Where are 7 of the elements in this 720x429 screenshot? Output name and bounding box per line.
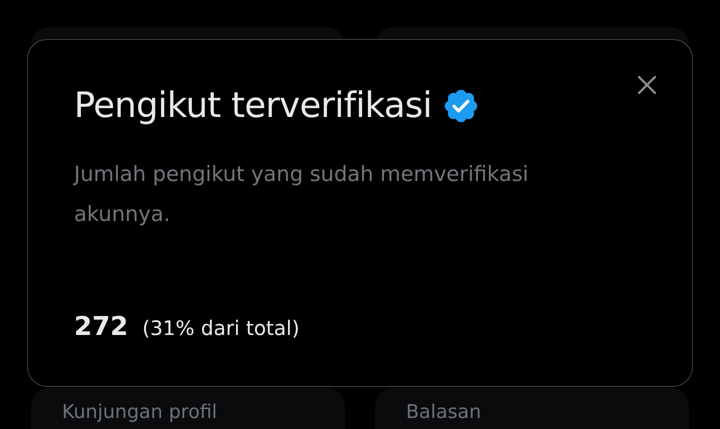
- card-label: Balasan: [406, 401, 482, 423]
- dialog-title: Pengikut terverifikasi: [74, 86, 432, 126]
- share-text: (31% dari total): [142, 316, 300, 340]
- close-icon: [637, 75, 657, 95]
- follower-count: 272: [74, 312, 128, 342]
- card-label: Kunjungan profil: [62, 401, 218, 423]
- dialog-description: Jumlah pengikut yang sudah memverifikasi akunnya.: [74, 161, 530, 228]
